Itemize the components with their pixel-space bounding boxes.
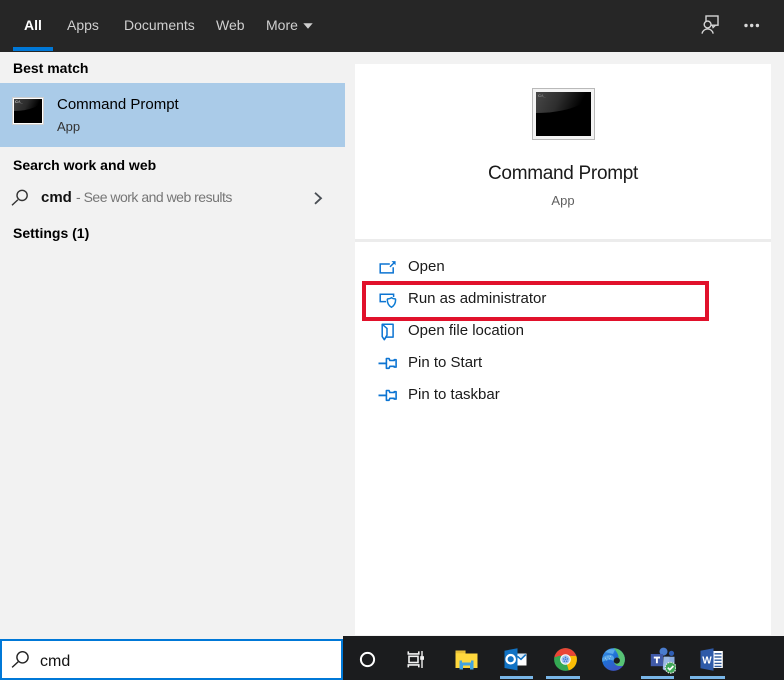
svg-text:W: W <box>702 656 712 667</box>
